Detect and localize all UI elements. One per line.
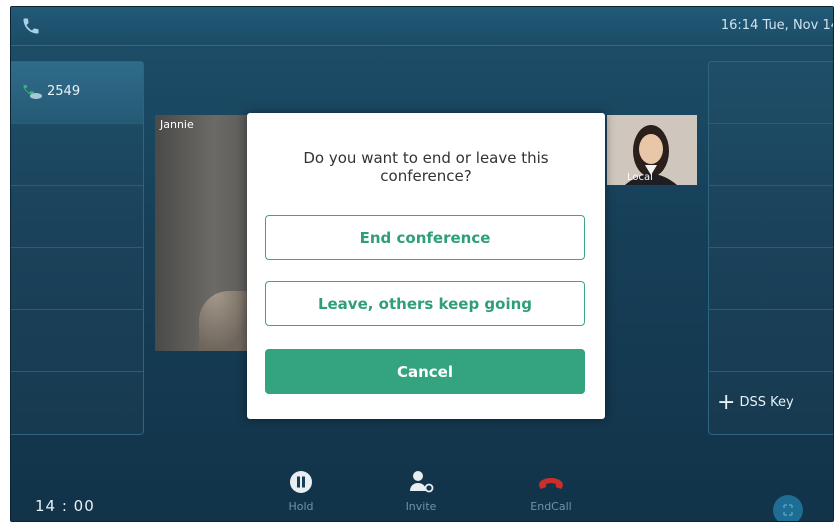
dss-key-panel: + DSS Key <box>708 61 833 435</box>
account-empty-row[interactable] <box>11 124 143 186</box>
dss-key-row[interactable] <box>709 62 833 124</box>
pause-icon <box>290 471 312 493</box>
dss-key-label: DSS Key <box>739 395 794 410</box>
cancel-button[interactable]: Cancel <box>265 349 585 394</box>
phone-screen: 16:14 Tue, Nov 14 2549 + DSS Key Jannie … <box>10 6 834 522</box>
leave-conference-button[interactable]: Leave, others keep going <box>265 281 585 326</box>
add-person-icon <box>410 471 434 493</box>
account-panel: 2549 <box>11 61 144 435</box>
phone-account-icon <box>23 85 42 99</box>
dss-key-button[interactable]: + DSS Key <box>717 372 794 433</box>
conference-dialog: Do you want to end or leave this confere… <box>247 113 605 419</box>
participant-name: Local <box>627 172 653 183</box>
participant-video-local[interactable]: Local <box>607 115 697 185</box>
hold-button[interactable]: Hold <box>261 470 341 513</box>
participant-name: Jannie <box>160 118 194 131</box>
participant-video-jannie[interactable]: Jannie <box>155 115 253 351</box>
softkey-bar: 14 : 00 Hold Invite EndCall <box>11 449 833 521</box>
expand-icon <box>783 504 793 516</box>
hold-label: Hold <box>288 500 314 513</box>
end-call-button[interactable]: EndCall <box>511 470 591 513</box>
call-timer: 14 : 00 <box>35 497 95 515</box>
phone-icon <box>23 18 39 34</box>
dss-key-row[interactable] <box>709 310 833 372</box>
dss-key-add[interactable]: + DSS Key <box>709 372 833 433</box>
invite-label: Invite <box>405 500 437 513</box>
end-call-label: EndCall <box>530 500 572 513</box>
more-button[interactable] <box>773 495 803 521</box>
hang-up-icon <box>539 478 563 489</box>
invite-button[interactable]: Invite <box>381 470 461 513</box>
account-item[interactable]: 2549 <box>11 62 143 124</box>
end-conference-button[interactable]: End conference <box>265 215 585 260</box>
account-line: 2549 <box>21 83 80 99</box>
plus-icon: + <box>717 389 736 415</box>
video-background <box>199 291 253 351</box>
account-empty-row[interactable] <box>11 186 143 248</box>
account-number: 2549 <box>47 83 81 99</box>
status-time: 16:14 Tue, Nov 14 <box>720 18 834 33</box>
dss-key-row[interactable] <box>709 186 833 248</box>
dss-key-row[interactable] <box>709 124 833 186</box>
account-empty-row[interactable] <box>11 372 143 433</box>
status-bar: 16:14 Tue, Nov 14 <box>11 7 833 46</box>
dss-key-row[interactable] <box>709 248 833 310</box>
dialog-title: Do you want to end or leave this confere… <box>303 149 549 185</box>
account-empty-row[interactable] <box>11 310 143 372</box>
account-empty-row[interactable] <box>11 248 143 310</box>
